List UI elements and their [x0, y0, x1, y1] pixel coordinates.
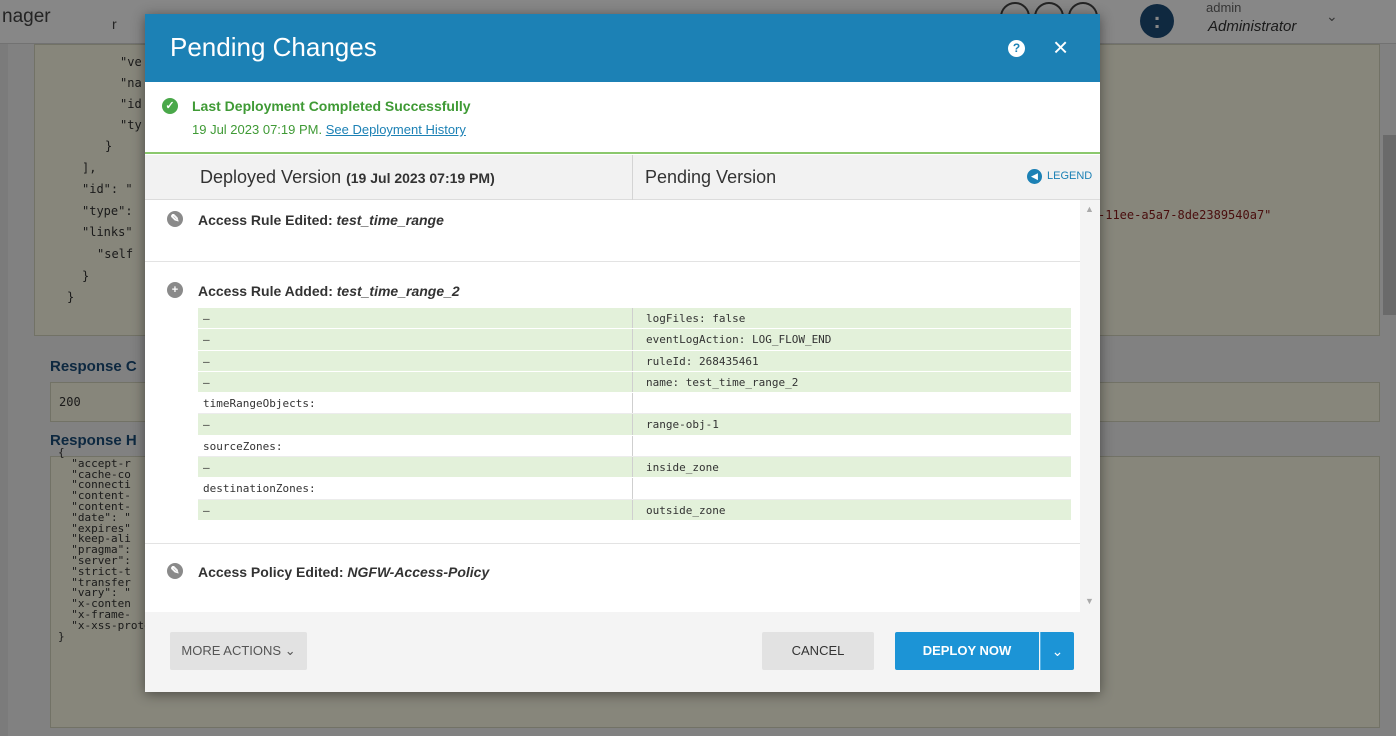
diff-pending-cell [632, 478, 1071, 499]
diff-row: destinationZones: [198, 478, 1071, 500]
change-action: Access Rule Edited: [198, 212, 333, 228]
deploy-options-dropdown[interactable]: ⌄ [1040, 632, 1074, 670]
diff-deployed-cell: – [203, 333, 210, 347]
deployment-timestamp: 19 Jul 2023 07:19 PM. [192, 122, 323, 137]
change-object-name: test_time_range [336, 212, 444, 228]
version-column-header: Deployed Version (19 Jul 2023 07:19 PM) … [145, 155, 1100, 200]
check-circle-icon: ✓ [162, 98, 178, 114]
change-item-title: Access Rule Added: test_time_range_2 [198, 283, 460, 299]
deployment-status-banner: ✓ Last Deployment Completed Successfully… [145, 82, 1100, 154]
deployed-version-date: (19 Jul 2023 07:19 PM) [346, 170, 495, 186]
deployment-timestamp-line: 19 Jul 2023 07:19 PM. See Deployment His… [192, 122, 466, 137]
dialog-header: Pending Changes ? × [145, 14, 1100, 82]
legend-icon[interactable]: ◀ [1027, 169, 1042, 184]
diff-deployed-cell: – [203, 375, 210, 389]
deployment-history-link[interactable]: See Deployment History [326, 122, 466, 137]
diff-deployed-cell: destinationZones: [203, 482, 316, 496]
change-object-name: test_time_range_2 [336, 283, 460, 299]
diff-pending-cell: inside_zone [632, 457, 1071, 478]
diff-deployed-cell: – [203, 354, 210, 368]
diff-pending-cell: logFiles: false [632, 308, 1071, 329]
close-icon[interactable]: × [1053, 34, 1068, 60]
diff-deployed-cell: sourceZones: [203, 439, 283, 453]
column-divider [632, 155, 633, 200]
more-actions-button[interactable]: MORE ACTIONS ⌄ [170, 632, 307, 670]
diff-pending-cell [632, 435, 1071, 457]
diff-deployed-cell: – [203, 461, 210, 475]
cancel-button[interactable]: CANCEL [762, 632, 874, 670]
pending-version-header: Pending Version [645, 167, 777, 187]
diff-deployed-cell: timeRangeObjects: [203, 397, 316, 411]
diff-row: – name: test_time_range_2 [198, 371, 1071, 394]
deploy-now-button[interactable]: DEPLOY NOW [895, 632, 1039, 670]
change-action: Access Policy Edited: [198, 564, 344, 580]
deployment-status-title: Last Deployment Completed Successfully [192, 98, 471, 114]
changes-list[interactable]: ✎ Access Rule Edited: test_time_range + … [145, 200, 1080, 612]
scroll-up-icon[interactable]: ▲ [1085, 204, 1094, 214]
diff-table: – logFiles: false – eventLogAction: LOG_FLO… [198, 308, 1071, 521]
dialog-title: Pending Changes [170, 32, 377, 62]
dialog-footer: MORE ACTIONS ⌄ CANCEL DEPLOY NOW ⌄ [145, 612, 1100, 692]
diff-row: – outside_zone [198, 499, 1071, 521]
change-item-title: Access Rule Edited: test_time_range [198, 212, 444, 228]
changes-scrollbar[interactable]: ▲ ▼ [1080, 200, 1100, 612]
diff-deployed-cell: – [203, 312, 210, 325]
scroll-down-icon[interactable]: ▼ [1085, 596, 1094, 606]
change-action: Access Rule Added: [198, 283, 333, 299]
diff-deployed-cell: – [203, 418, 210, 432]
diff-row: timeRangeObjects: [198, 393, 1071, 415]
deployed-version-label: Deployed Version [200, 167, 342, 187]
pencil-icon: ✎ [167, 563, 183, 579]
diff-pending-cell: ruleId: 268435461 [632, 350, 1071, 371]
diff-row: sourceZones: [198, 435, 1071, 458]
pencil-icon: ✎ [167, 211, 183, 227]
diff-row: – inside_zone [198, 457, 1071, 479]
pending-changes-dialog: Pending Changes ? × ✓ Last Deployment Co… [145, 14, 1100, 692]
plus-icon: + [167, 282, 183, 298]
change-object-name: NGFW-Access-Policy [347, 564, 490, 580]
diff-row: – logFiles: false [198, 308, 1071, 330]
deployed-version-header: Deployed Version (19 Jul 2023 07:19 PM) [200, 167, 495, 188]
diff-pending-cell: range-obj-1 [632, 414, 1071, 435]
diff-pending-cell: outside_zone [632, 499, 1071, 520]
diff-pending-cell: eventLogAction: LOG_FLOW_END [632, 329, 1071, 350]
change-item-edited[interactable]: ✎ Access Rule Edited: test_time_range [145, 200, 1080, 262]
diff-row: – range-obj-1 [198, 414, 1071, 436]
legend-link[interactable]: LEGEND [1047, 170, 1092, 182]
help-icon[interactable]: ? [1008, 40, 1025, 57]
change-item-title: Access Policy Edited: NGFW-Access-Policy [198, 564, 489, 580]
diff-row: – eventLogAction: LOG_FLOW_END [198, 329, 1071, 351]
diff-pending-cell: name: test_time_range_2 [632, 371, 1071, 393]
diff-pending-cell [632, 393, 1071, 414]
diff-deployed-cell: – [203, 503, 210, 517]
change-item-policy-edited[interactable]: ✎ Access Policy Edited: NGFW-Access-Poli… [145, 544, 1080, 612]
diff-row: – ruleId: 268435461 [198, 350, 1071, 372]
